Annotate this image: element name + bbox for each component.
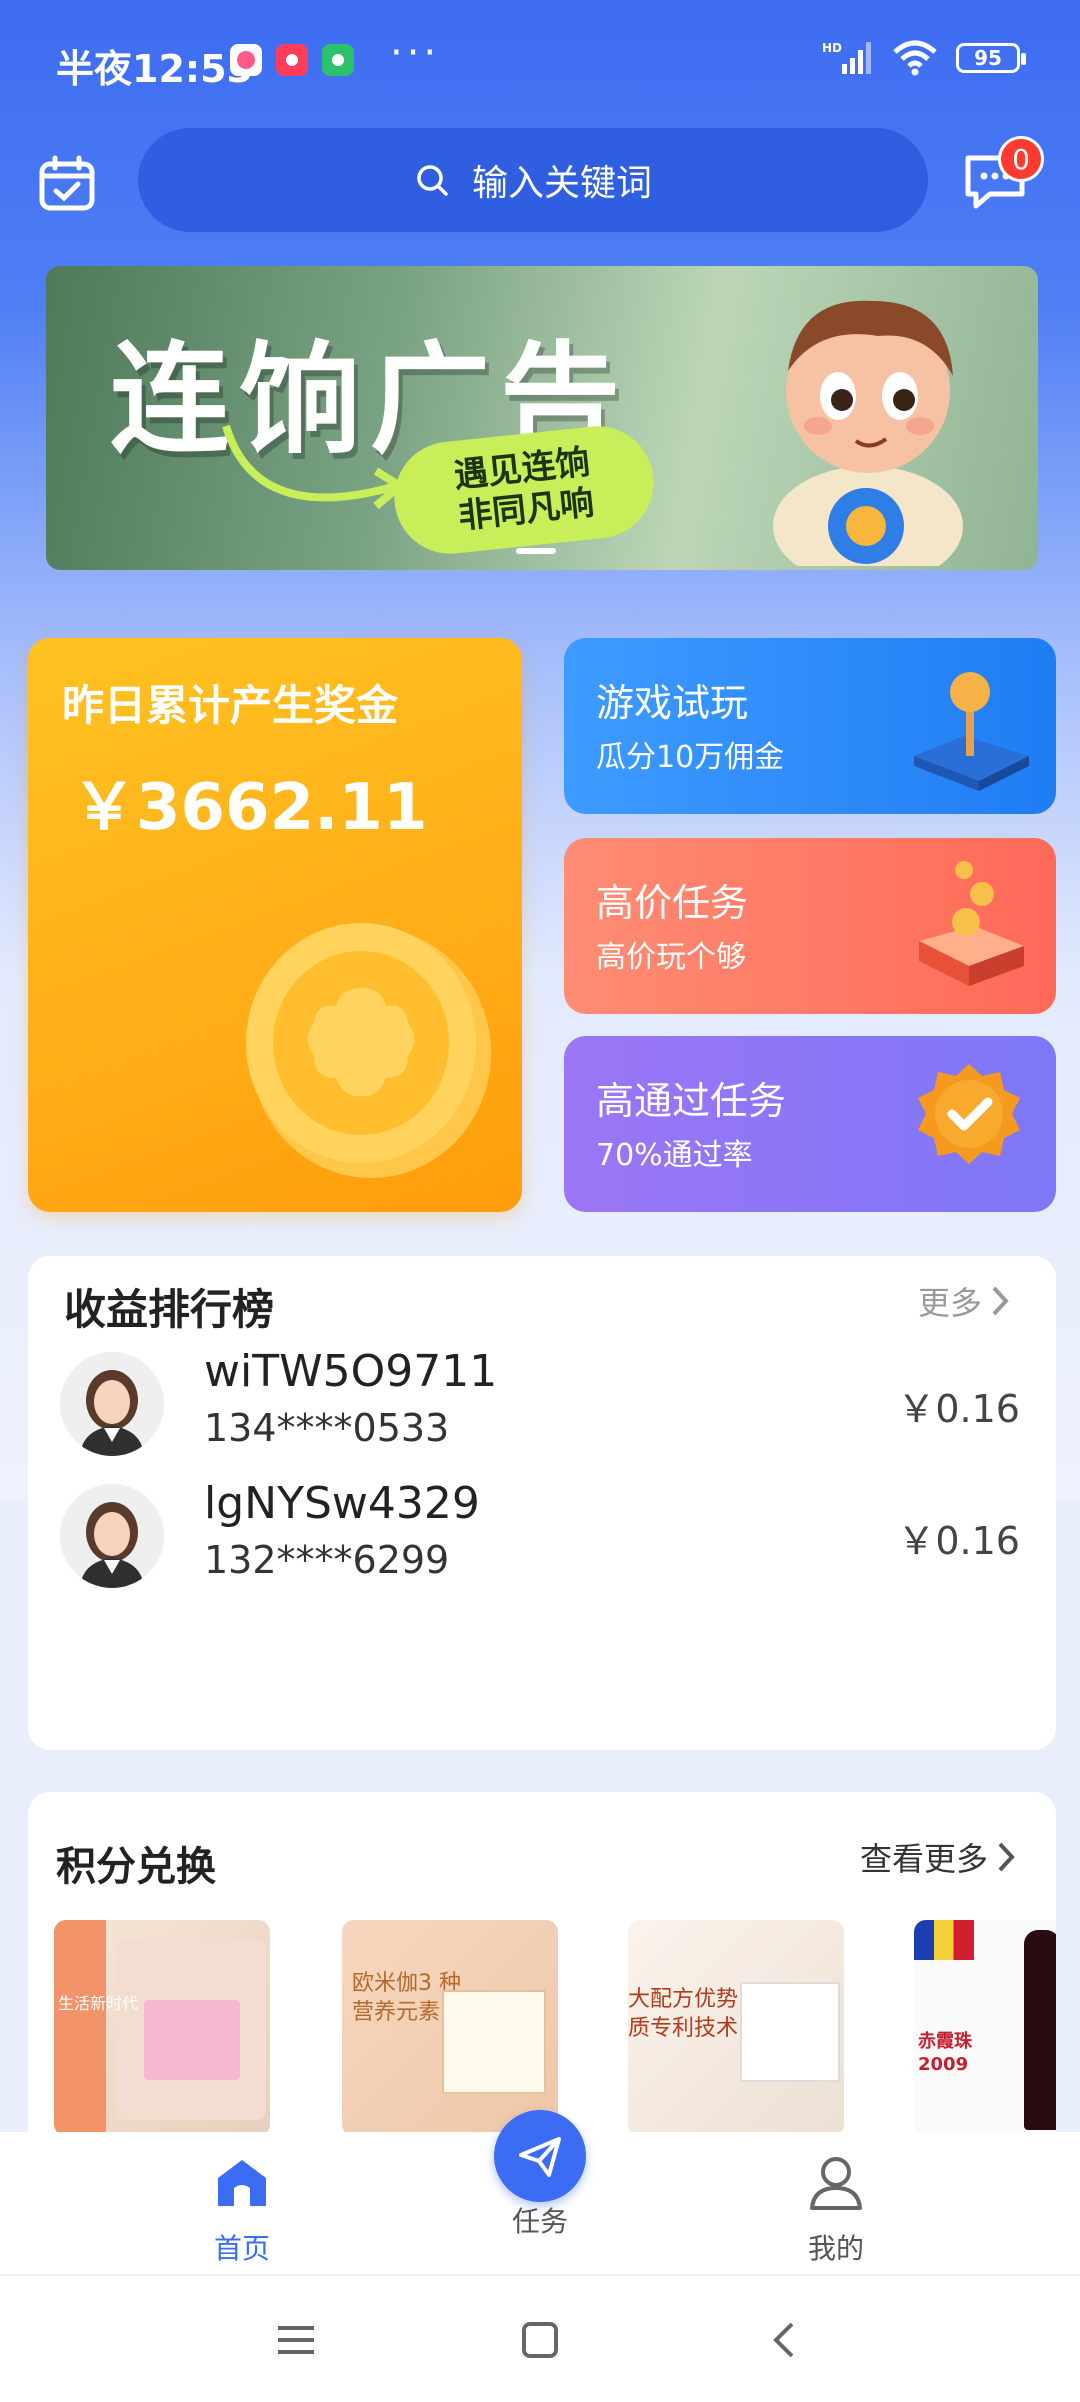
- high-price-task-tile[interactable]: 高价任务 高价玩个够: [564, 838, 1056, 1014]
- earnings-ranking-card: 收益排行榜 更多 wiTW5O9711 134****0533 ￥0.16 lg…: [28, 1256, 1056, 1750]
- battery-icon: 95: [956, 43, 1026, 73]
- status-time: 半夜12:53: [56, 47, 253, 91]
- back-icon[interactable]: [762, 2316, 810, 2364]
- notification-icons: [230, 44, 354, 76]
- coin-box-icon: [919, 861, 1024, 986]
- tab-mine[interactable]: 我的: [736, 2150, 936, 2267]
- exchange-more-link[interactable]: 查看更多: [860, 1834, 1016, 1880]
- product-caption: 生活新时代: [58, 1994, 139, 2013]
- chevron-right-icon: [998, 1842, 1015, 1872]
- top-bar: 输入关键词 0: [0, 128, 1080, 238]
- ranking-row[interactable]: lgNYSw4329 132****6299 ￥0.16: [60, 1478, 1040, 1594]
- high-pass-task-tile[interactable]: 高通过任务 70%通过率: [564, 1036, 1056, 1212]
- wifi-icon: [893, 40, 937, 76]
- product-card[interactable]: 赤霞珠 2009: [914, 1920, 1056, 2136]
- gold-coin-icon: [246, 923, 491, 1178]
- tab-task-label: 任务: [511, 2205, 568, 2238]
- search-input[interactable]: 输入关键词: [138, 128, 928, 232]
- paper-plane-icon: [519, 2137, 561, 2177]
- product-card[interactable]: 生活新时代: [54, 1920, 270, 2136]
- tile-title: 高价任务: [596, 881, 749, 925]
- ranking-phone: 134****0533: [204, 1406, 450, 1450]
- music-notification-icon: [276, 44, 308, 76]
- product-card[interactable]: 欧米伽3 种营养元素: [342, 1920, 558, 2136]
- product-caption: 大配方优势 质专利技术: [628, 1987, 739, 2041]
- tab-home[interactable]: 首页: [142, 2150, 342, 2267]
- user-icon: [810, 2157, 862, 2210]
- tile-subtitle: 高价玩个够: [596, 940, 746, 975]
- bonus-amount: ￥3662.11: [72, 771, 428, 845]
- tab-task[interactable]: 任务: [440, 2200, 640, 2240]
- home-square-icon[interactable]: [516, 2316, 564, 2364]
- ranking-username: wiTW5O9711: [204, 1346, 498, 1397]
- signal-icon: HD: [822, 41, 871, 74]
- cartoon-boy-illustration: [773, 300, 963, 566]
- calendar-check-icon[interactable]: [38, 154, 96, 212]
- game-trial-tile[interactable]: 游戏试玩 瓜分10万佣金: [564, 638, 1056, 814]
- exchange-title: 积分兑换: [56, 1844, 216, 1890]
- more-notifications-icon: ···: [390, 30, 441, 76]
- promo-banner[interactable]: 连饷广告 遇见连饷 非同凡响: [46, 266, 1038, 570]
- ranking-more-label: 更多: [917, 1284, 982, 1322]
- app-notification-icon: [230, 44, 262, 76]
- tile-subtitle: 瓜分10万佣金: [596, 740, 785, 775]
- menu-icon[interactable]: [272, 2316, 320, 2364]
- tile-title: 高通过任务: [596, 1079, 787, 1123]
- ranking-row[interactable]: wiTW5O9711 134****0533 ￥0.16: [60, 1346, 1040, 1462]
- ranking-amount: ￥0.16: [897, 1387, 1020, 1431]
- chat-notification-icon: [322, 44, 354, 76]
- ranking-phone: 132****6299: [204, 1538, 450, 1582]
- status-bar: 半夜12:53 ··· HD 95: [0, 0, 1080, 120]
- task-center-button[interactable]: [494, 2110, 586, 2202]
- search-icon: [417, 165, 448, 196]
- approved-badge-icon: [918, 1064, 1020, 1164]
- svg-text:HD: HD: [822, 41, 842, 55]
- bonus-label: 昨日累计产生奖金: [62, 681, 399, 730]
- tab-mine-label: 我的: [807, 2232, 864, 2265]
- ranking-title: 收益排行榜: [64, 1285, 275, 1334]
- banner-arrow-icon: [222, 424, 407, 510]
- home-icon: [218, 2160, 266, 2206]
- tile-subtitle: 70%通过率: [596, 1138, 753, 1173]
- bonus-card[interactable]: 昨日累计产生奖金 ￥3662.11: [28, 638, 522, 1212]
- joystick-icon: [914, 672, 1029, 791]
- chevron-right-icon: [992, 1286, 1009, 1316]
- tab-home-label: 首页: [213, 2232, 270, 2265]
- system-navigation-bar: [0, 2274, 1080, 2402]
- message-badge: 0: [998, 136, 1044, 182]
- exchange-more-label: 查看更多: [859, 1840, 988, 1878]
- banner-indicator: [516, 548, 556, 554]
- avatar: [60, 1352, 164, 1456]
- avatar: [60, 1484, 164, 1588]
- ranking-username: lgNYSw4329: [204, 1478, 480, 1529]
- product-card[interactable]: 大配方优势 质专利技术: [628, 1920, 844, 2136]
- tile-title: 游戏试玩: [596, 681, 749, 725]
- battery-level: 95: [974, 46, 1002, 70]
- product-caption: 赤霞珠 2009: [918, 2031, 972, 2076]
- ranking-amount: ￥0.16: [897, 1519, 1020, 1563]
- points-exchange-card: 积分兑换 查看更多 生活新时代 欧米伽3 种营养元素 大配方优势 质专利技术 赤…: [28, 1792, 1056, 2152]
- search-placeholder: 输入关键词: [471, 163, 652, 204]
- ranking-more-link[interactable]: 更多: [918, 1278, 1010, 1324]
